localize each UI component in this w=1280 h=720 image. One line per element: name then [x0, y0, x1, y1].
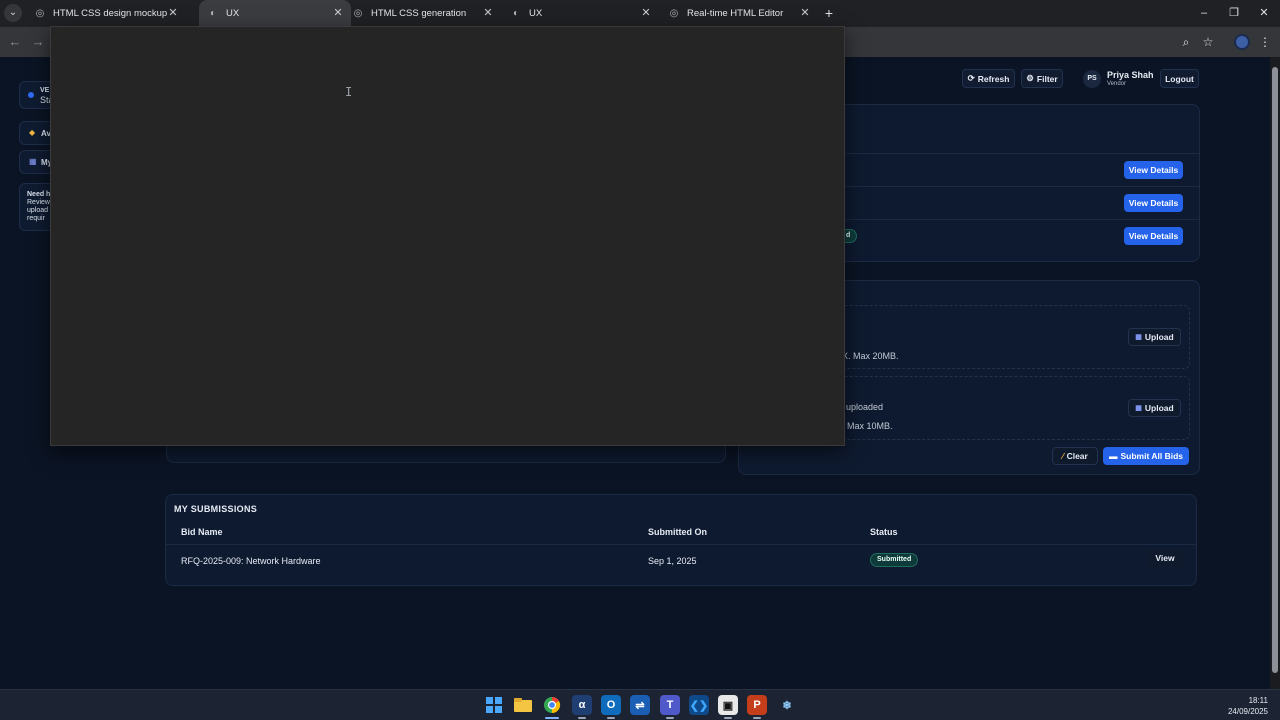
- tab-title: HTML CSS design mockup: [53, 8, 168, 19]
- status-badge: Submitted: [870, 553, 919, 567]
- file-explorer-icon[interactable]: [513, 695, 533, 715]
- browser-tab[interactable]: ◎ Real-time HTML Editor ✕: [660, 0, 818, 27]
- globe-icon: ◎: [669, 8, 679, 19]
- view-details-button[interactable]: View Details: [1124, 227, 1183, 245]
- upload-button[interactable]: ▦ Upload: [1128, 399, 1181, 417]
- column-header: Status: [870, 527, 898, 537]
- chrome-icon[interactable]: [542, 695, 562, 719]
- avatar[interactable]: PS: [1083, 70, 1101, 88]
- upload-box-icon: ▦: [1135, 334, 1142, 341]
- browser-tab-active[interactable]: ◐ UX ✕: [199, 0, 351, 27]
- bookmark-star-icon[interactable]: ☆: [1199, 33, 1217, 51]
- clear-button[interactable]: ⁄ Clear: [1052, 447, 1098, 465]
- windows-start-icon[interactable]: [484, 695, 504, 715]
- text-cursor-icon: I: [345, 85, 353, 99]
- back-arrow-icon[interactable]: ←: [6, 33, 24, 51]
- browser-tab[interactable]: ◐ UX ✕: [502, 0, 659, 27]
- status-dot-icon: [28, 92, 34, 98]
- system-clock[interactable]: 18:11 24/09/2025: [1228, 695, 1268, 717]
- forward-arrow-icon[interactable]: →: [29, 33, 47, 51]
- close-tab-icon[interactable]: ✕: [639, 6, 653, 20]
- zoom-magnifier-icon[interactable]: ⌕: [1177, 33, 1195, 51]
- my-submissions-panel: MY SUBMISSIONS Bid Name Submitted On Sta…: [165, 494, 1197, 586]
- profile-avatar-icon[interactable]: [1234, 34, 1250, 50]
- browser-menu-icon[interactable]: ⋮: [1256, 33, 1274, 51]
- app-sync-icon[interactable]: ⇌: [630, 695, 650, 715]
- filter-button[interactable]: ⚙ Filter: [1021, 69, 1063, 88]
- vscode-icon[interactable]: ❮❯: [689, 695, 709, 715]
- user-role: Vendor: [1107, 81, 1127, 87]
- app-terminal-icon[interactable]: ▣: [718, 695, 738, 719]
- upload-button[interactable]: ▦ Upload: [1128, 328, 1181, 346]
- upload-requirement-text: / Max 10MB.: [842, 421, 893, 431]
- close-tab-icon[interactable]: ✕: [166, 6, 180, 20]
- compass-icon: ◐: [209, 8, 217, 19]
- logout-button[interactable]: Logout: [1160, 69, 1199, 88]
- os-taskbar: α O ⇌ T ❮❯ ▣ P ❄ 18:11 24/09/2025: [0, 689, 1280, 720]
- box-icon: ▦: [29, 157, 37, 166]
- vendor-label: VE: [40, 87, 50, 94]
- browser-tab[interactable]: ◎ HTML CSS generation ✕: [344, 0, 501, 27]
- column-header: Submitted On: [648, 527, 707, 537]
- browser-tab-strip: ⌄ ◎ HTML CSS design mockup ✕ ◐ UX ✕ ◎ HT…: [0, 0, 1280, 27]
- tab-title: Real-time HTML Editor: [687, 8, 784, 19]
- column-header: Bid Name: [181, 527, 223, 537]
- view-details-button[interactable]: View Details: [1124, 161, 1183, 179]
- globe-icon: ◎: [353, 8, 363, 19]
- broom-icon: ⁄: [1062, 451, 1064, 461]
- view-details-button[interactable]: View Details: [1124, 194, 1183, 212]
- powerpoint-icon[interactable]: P: [747, 695, 767, 719]
- refresh-icon: ⟳: [967, 73, 975, 83]
- snowflake-icon[interactable]: ❄: [777, 695, 797, 715]
- section-title: MY SUBMISSIONS: [174, 504, 258, 514]
- refresh-button[interactable]: ⟳ Refresh: [962, 69, 1015, 88]
- compass-icon: ◐: [512, 8, 520, 19]
- tab-title: HTML CSS generation: [371, 8, 467, 19]
- overlay-popup-window[interactable]: I: [50, 26, 845, 446]
- help-line: Review: [27, 199, 50, 206]
- submit-all-bids-button[interactable]: ▬ Submit All Bids: [1103, 447, 1189, 465]
- close-tab-icon[interactable]: ✕: [481, 6, 495, 20]
- gear-icon: ⚙: [1026, 73, 1034, 83]
- bid-name-cell: RFQ-2025-009: Network Hardware: [181, 556, 321, 566]
- minimize-icon[interactable]: –: [1188, 0, 1220, 27]
- help-line: upload: [27, 207, 49, 214]
- help-line: Need h: [27, 191, 51, 198]
- close-window-icon[interactable]: ✕: [1248, 0, 1280, 27]
- tag-icon: ◆: [29, 128, 36, 137]
- globe-icon: ◎: [35, 8, 45, 19]
- table-row: RFQ-2025-009: Network Hardware Sep 1, 20…: [166, 545, 1196, 577]
- new-tab-plus-icon[interactable]: +: [820, 4, 838, 22]
- page-scrollbar[interactable]: [1270, 57, 1280, 689]
- teams-icon[interactable]: T: [660, 695, 680, 719]
- view-submission-button[interactable]: View: [1146, 549, 1184, 567]
- upload-box-icon: ▦: [1135, 405, 1142, 412]
- upload-status-text: uploaded: [846, 402, 884, 412]
- help-line: requir: [27, 215, 45, 222]
- close-tab-icon[interactable]: ✕: [798, 6, 812, 20]
- restore-icon[interactable]: ❐: [1218, 0, 1250, 27]
- send-icon: ▬: [1109, 451, 1118, 461]
- outlook-icon[interactable]: O: [601, 695, 621, 719]
- upload-requirement-text: X. Max 20MB.: [842, 351, 899, 361]
- clock-time: 18:11: [1248, 696, 1268, 705]
- submitted-on-cell: Sep 1, 2025: [648, 556, 697, 566]
- tab-title: UX: [226, 8, 240, 19]
- app-alpha-icon[interactable]: α: [572, 695, 592, 719]
- tab-title: UX: [529, 8, 543, 19]
- scrollbar-thumb[interactable]: [1272, 67, 1278, 673]
- tab-search-chevron-icon[interactable]: ⌄: [4, 4, 22, 22]
- clock-date: 24/09/2025: [1227, 707, 1268, 716]
- browser-tab[interactable]: ◎ HTML CSS design mockup ✕: [26, 0, 186, 27]
- close-tab-icon[interactable]: ✕: [331, 6, 345, 20]
- user-name: Priya Shah: [1107, 70, 1154, 80]
